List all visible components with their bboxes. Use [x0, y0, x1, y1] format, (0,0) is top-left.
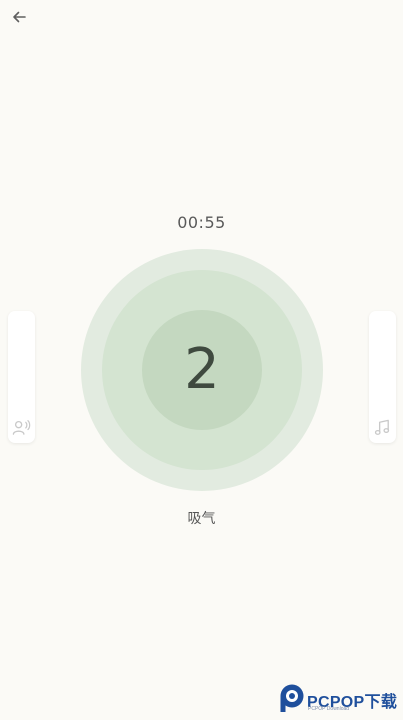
- breath-phase-label: 吸气: [187, 511, 216, 527]
- music-volume-slider[interactable]: [369, 311, 396, 443]
- breath-count: 2: [184, 337, 220, 402]
- back-button[interactable]: [9, 7, 29, 27]
- voice-guide-slider[interactable]: [8, 311, 35, 443]
- pcpop-logo-icon: [280, 684, 304, 712]
- arrow-left-icon: [13, 11, 26, 23]
- music-note-icon: [374, 419, 390, 435]
- watermark-logo: PCPOP下载 PCPOP Download: [279, 682, 401, 718]
- session-timer: 00:55: [177, 213, 226, 232]
- voice-guide-icon: [12, 420, 31, 435]
- watermark-tagline: PCPOP Download: [308, 706, 350, 712]
- breath-circle-inner: 2: [142, 310, 262, 430]
